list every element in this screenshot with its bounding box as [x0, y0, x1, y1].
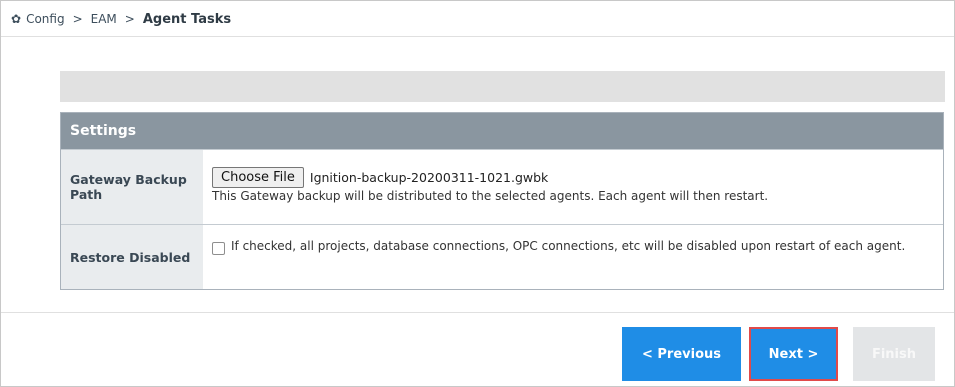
settings-panel: Settings Gateway Backup Path Choose File…	[60, 112, 944, 290]
selected-file-name: Ignition-backup-20200311-1021.gwbk	[309, 169, 549, 185]
gateway-backup-help: This Gateway backup will be distributed …	[212, 189, 769, 203]
gateway-backup-label: Gateway Backup Path	[61, 150, 203, 224]
restore-disabled-description: If checked, all projects, database conne…	[231, 239, 906, 253]
gateway-backup-row: Gateway Backup Path Choose File Ignition…	[61, 149, 943, 224]
breadcrumb: ✿ Config > EAM > Agent Tasks	[11, 10, 231, 28]
breadcrumb-config[interactable]: Config	[26, 12, 65, 26]
breadcrumb-eam[interactable]: EAM	[91, 12, 117, 26]
restore-disabled-label: Restore Disabled	[61, 225, 203, 289]
header-divider	[1, 36, 954, 37]
page-title: Agent Tasks	[142, 11, 232, 27]
settings-header: Settings	[61, 113, 943, 149]
restore-disabled-checkbox[interactable]	[212, 242, 225, 255]
restore-disabled-value: If checked, all projects, database conne…	[203, 225, 943, 289]
choose-file-button[interactable]: Choose File	[212, 166, 304, 188]
breadcrumb-separator: >	[72, 12, 83, 26]
wizard-frame: ✿ Config > EAM > Agent Tasks Settings Ga…	[0, 0, 955, 387]
breadcrumb-separator: >	[124, 12, 135, 26]
file-input: Choose File Ignition-backup-20200311-102…	[212, 166, 943, 188]
footer-divider	[1, 312, 954, 313]
next-button[interactable]: Next >	[749, 327, 838, 381]
progress-bar	[60, 71, 945, 102]
restore-disabled-row: Restore Disabled If checked, all project…	[61, 224, 943, 289]
previous-button[interactable]: < Previous	[622, 327, 741, 381]
finish-button[interactable]: Finish	[853, 327, 935, 381]
gateway-backup-value: Choose File Ignition-backup-20200311-102…	[203, 150, 943, 224]
gear-icon: ✿	[11, 12, 22, 26]
